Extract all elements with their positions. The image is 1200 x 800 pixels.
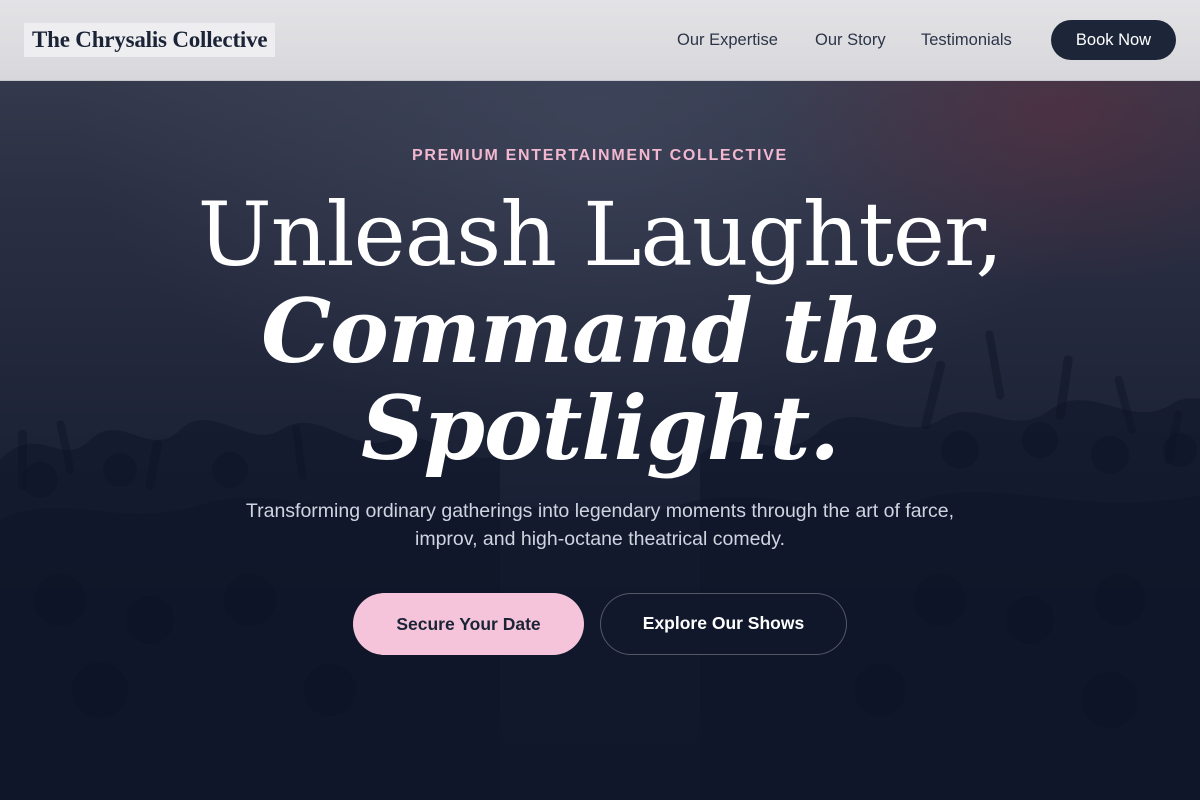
secure-your-date-button[interactable]: Secure Your Date <box>353 593 584 655</box>
headline-line-3: Spotlight. <box>360 376 840 480</box>
headline-line-2: Command the <box>261 279 940 383</box>
nav-link-our-story[interactable]: Our Story <box>815 29 886 51</box>
headline-line-1: Unleash Laughter, <box>197 183 1004 286</box>
explore-our-shows-button[interactable]: Explore Our Shows <box>600 593 847 655</box>
hero-headline: Unleash Laughter, Command the Spotlight. <box>0 186 1200 477</box>
hero-eyebrow: PREMIUM ENTERTAINMENT COLLECTIVE <box>412 147 788 164</box>
book-now-button[interactable]: Book Now <box>1051 20 1176 60</box>
nav-link-our-expertise[interactable]: Our Expertise <box>677 29 778 51</box>
hero-subtitle: Transforming ordinary gatherings into le… <box>245 500 955 550</box>
nav-link-testimonials[interactable]: Testimonials <box>921 29 1012 51</box>
top-navbar: The Chrysalis Collective Our Expertise O… <box>0 0 1200 81</box>
brand-logo[interactable]: The Chrysalis Collective <box>24 23 276 57</box>
